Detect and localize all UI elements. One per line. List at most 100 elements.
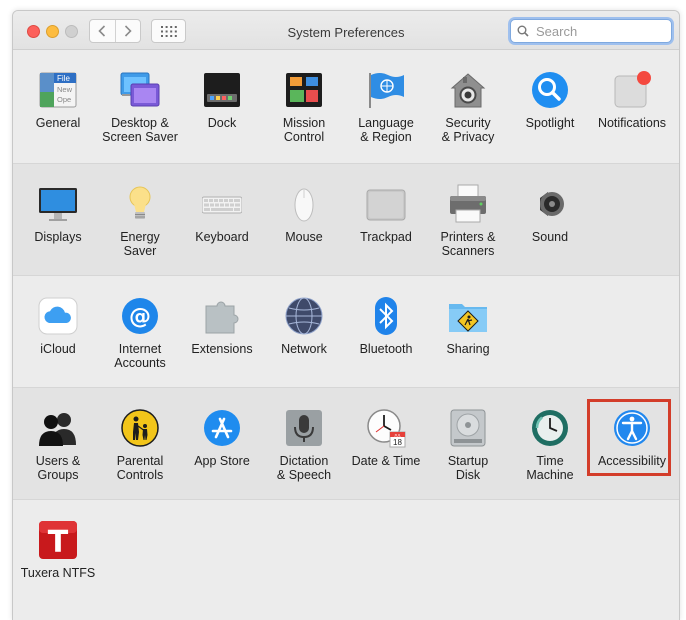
pane-extensions[interactable]: Extensions <box>181 276 263 387</box>
pane-tuxera-ntfs[interactable]: T Tuxera NTFS <box>17 500 99 611</box>
pane-app-store[interactable]: App Store <box>181 388 263 499</box>
pane-label: Internet Accounts <box>114 342 166 370</box>
pane-spotlight[interactable]: Spotlight <box>509 50 591 161</box>
pane-label: Network <box>281 342 327 356</box>
pane-label: Time Machine <box>526 454 574 482</box>
pane-label: Notifications <box>597 116 667 130</box>
house-lock-icon <box>450 73 486 108</box>
svg-text:18: 18 <box>393 438 402 447</box>
svg-text:New: New <box>57 85 73 94</box>
printer-icon <box>450 184 486 223</box>
svg-text:@: @ <box>129 305 151 330</box>
speaker-icon <box>540 192 564 216</box>
sharing-folder-icon <box>449 304 487 332</box>
mouse-icon <box>294 188 314 222</box>
at-sign-icon: @ <box>122 298 158 334</box>
mission-control-icon <box>286 73 322 107</box>
users-icon <box>39 413 76 446</box>
puzzle-piece-icon <box>205 301 239 334</box>
pane-bluetooth[interactable]: Bluetooth <box>345 276 427 387</box>
pane-label: App Store <box>194 454 250 468</box>
pane-label: Security & Privacy <box>441 116 495 144</box>
pane-label: Extensions <box>191 342 253 356</box>
pane-sound[interactable]: Sound <box>509 164 591 275</box>
notifications-icon <box>614 71 651 108</box>
pane-label: Trackpad <box>360 230 412 244</box>
time-machine-icon <box>532 410 568 446</box>
bluetooth-icon <box>375 297 397 335</box>
pane-label: Displays <box>34 230 82 244</box>
pane-mission-control[interactable]: Mission Control <box>263 50 345 161</box>
pane-date-time[interactable]: JUL 18 Date & Time <box>345 388 427 499</box>
search-icon <box>517 25 529 37</box>
pane-parental-controls[interactable]: Parental Controls <box>99 388 181 499</box>
pane-label: Parental Controls <box>116 454 164 482</box>
pane-label: General <box>35 116 81 130</box>
pane-desktop-screen-saver[interactable]: Desktop & Screen Saver <box>99 50 181 161</box>
pane-mouse[interactable]: Mouse <box>263 164 345 275</box>
pane-notifications[interactable]: Notifications <box>591 50 673 161</box>
pane-label: Mouse <box>285 230 323 244</box>
trackpad-icon <box>366 189 406 221</box>
section-system: Users & Groups Parental Controls App Sto… <box>13 388 679 500</box>
pane-general[interactable]: File New Ope General <box>17 50 99 161</box>
pane-label: Energy Saver <box>120 230 160 258</box>
pane-label: Language & Region <box>358 116 414 144</box>
globe-icon <box>285 297 323 335</box>
preference-panes: File New Ope General Desktop & Screen Sa… <box>13 50 679 620</box>
pane-sharing[interactable]: Sharing <box>427 276 509 387</box>
display-icon <box>39 188 77 221</box>
app-store-icon <box>204 410 240 446</box>
pane-time-machine[interactable]: Time Machine <box>509 388 591 499</box>
pane-internet-accounts[interactable]: @ Internet Accounts <box>99 276 181 387</box>
clock-calendar-icon: JUL 18 <box>367 409 406 448</box>
pane-label: Users & Groups <box>35 454 81 482</box>
pane-security-privacy[interactable]: Security & Privacy <box>427 50 509 161</box>
svg-text:JUL: JUL <box>394 432 402 437</box>
icloud-icon <box>38 297 78 335</box>
pane-label: Tuxera NTFS <box>20 566 96 580</box>
pane-energy-saver[interactable]: Energy Saver <box>99 164 181 275</box>
title-bar: System Preferences <box>13 11 679 50</box>
general-icon: File New Ope <box>39 72 77 108</box>
pane-trackpad[interactable]: Trackpad <box>345 164 427 275</box>
section-personal: File New Ope General Desktop & Screen Sa… <box>13 50 679 164</box>
search-input[interactable] <box>534 22 658 40</box>
svg-text:File: File <box>57 74 70 83</box>
pane-label: Startup Disk <box>447 454 489 482</box>
pane-dock[interactable]: Dock <box>181 50 263 161</box>
desktop-screen-saver-icon <box>120 72 160 107</box>
pane-label: Mission Control <box>282 116 326 144</box>
pane-network[interactable]: Network <box>263 276 345 387</box>
pane-label: Desktop & Screen Saver <box>102 116 178 144</box>
keyboard-icon <box>202 196 242 214</box>
section-other: T Tuxera NTFS <box>13 500 679 620</box>
spotlight-icon <box>532 72 568 108</box>
pane-label: Dock <box>207 116 237 130</box>
pane-label: Sound <box>531 230 569 244</box>
parental-controls-icon <box>121 409 159 447</box>
pane-label: Spotlight <box>525 116 575 130</box>
pane-dictation-speech[interactable]: Dictation & Speech <box>263 388 345 499</box>
svg-text:T: T <box>48 525 69 560</box>
pane-label: iCloud <box>40 342 76 356</box>
microphone-icon <box>286 410 322 446</box>
tuxera-ntfs-icon: T <box>39 521 77 560</box>
lightbulb-icon <box>129 186 151 219</box>
accessibility-highlight-box <box>587 399 671 476</box>
pane-label: Sharing <box>446 342 490 356</box>
pane-startup-disk[interactable]: Startup Disk <box>427 388 509 499</box>
pane-language-region[interactable]: Language & Region <box>345 50 427 161</box>
pane-users-groups[interactable]: Users & Groups <box>17 388 99 499</box>
pane-label: Dictation & Speech <box>276 454 332 482</box>
pane-displays[interactable]: Displays <box>17 164 99 275</box>
pane-keyboard[interactable]: Keyboard <box>181 164 263 275</box>
hard-disk-icon <box>450 409 486 447</box>
section-internet-wireless: iCloud @ Internet Accounts Extensions Ne… <box>13 276 679 388</box>
search-field[interactable] <box>510 19 672 43</box>
pane-icloud[interactable]: iCloud <box>17 276 99 387</box>
un-flag-icon <box>369 73 404 108</box>
pane-label: Date & Time <box>351 454 421 468</box>
pane-printers-scanners[interactable]: Printers & Scanners <box>427 164 509 275</box>
pane-label: Keyboard <box>195 230 249 244</box>
